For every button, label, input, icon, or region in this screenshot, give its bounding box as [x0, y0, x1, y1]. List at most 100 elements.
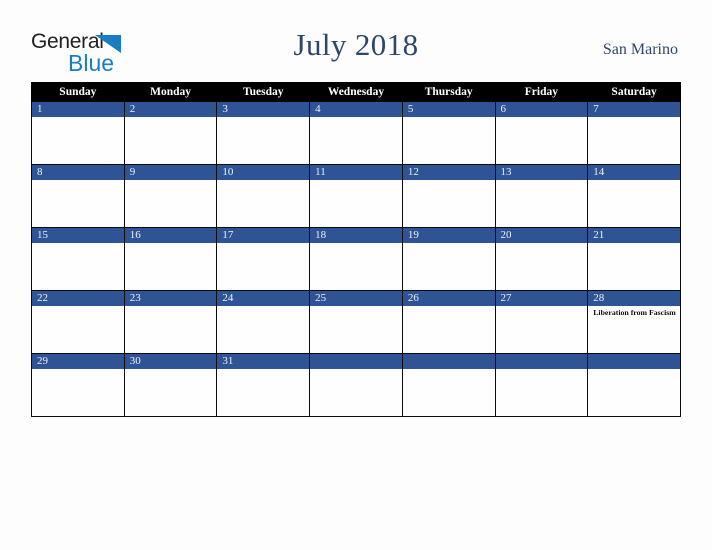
- day-cell-content: 20: [495, 228, 588, 290]
- day-cell-content: 31: [217, 354, 310, 416]
- day-number: 18: [310, 228, 402, 243]
- calendar-body: 1 2 3 4 5 6 7 8 9 10 11 12 13 14 15 16 17 18 19 20 21 22 23 24 2…: [31, 101, 681, 417]
- calendar-day-cell[interactable]: 15: [31, 227, 125, 291]
- day-number: 26: [402, 291, 495, 306]
- day-cell-content: 17: [217, 228, 310, 290]
- calendar-day-cell[interactable]: 3: [216, 101, 311, 165]
- calendar-day-cell[interactable]: 6: [494, 101, 589, 165]
- day-number: 31: [217, 354, 310, 369]
- day-events: [588, 243, 680, 245]
- day-cell-content: 5: [402, 102, 495, 164]
- day-number: 30: [124, 354, 217, 369]
- calendar-day-cell[interactable]: [494, 353, 589, 417]
- calendar-day-cell[interactable]: 9: [123, 164, 218, 228]
- day-events: [496, 243, 588, 245]
- weekday-header-tuesday: Tuesday: [216, 82, 311, 102]
- day-cell-content: 15: [32, 228, 124, 290]
- day-cell-content: 22: [32, 291, 124, 353]
- day-events: [588, 369, 680, 371]
- weekday-header-monday: Monday: [123, 82, 218, 102]
- day-cell-content: 18: [310, 228, 402, 290]
- calendar-day-cell[interactable]: 20: [494, 227, 589, 291]
- weekday-header-thursday: Thursday: [401, 82, 496, 102]
- day-cell-content: [588, 354, 680, 416]
- calendar-day-cell[interactable]: 26: [401, 290, 496, 354]
- day-cell-content: 7: [588, 102, 680, 164]
- day-cell-content: 1: [32, 102, 124, 164]
- calendar-day-cell[interactable]: 10: [216, 164, 311, 228]
- holiday-label: Liberation from Fascism: [593, 308, 676, 317]
- day-cell-content: 25: [310, 291, 402, 353]
- day-cell-content: 29: [32, 354, 124, 416]
- day-events: [403, 306, 495, 308]
- day-events: [125, 369, 217, 371]
- calendar-day-cell[interactable]: 23: [123, 290, 218, 354]
- calendar-day-cell[interactable]: 29: [31, 353, 125, 417]
- weekday-header-wednesday: Wednesday: [309, 82, 403, 102]
- day-cell-content: 16: [124, 228, 217, 290]
- calendar-day-cell[interactable]: 11: [309, 164, 403, 228]
- day-events: [588, 117, 680, 119]
- calendar-day-cell[interactable]: 31: [216, 353, 311, 417]
- calendar-day-cell[interactable]: 18: [309, 227, 403, 291]
- day-number: [495, 354, 588, 369]
- calendar-day-cell[interactable]: 16: [123, 227, 218, 291]
- day-events: [32, 243, 124, 245]
- day-cell-content: 3: [217, 102, 310, 164]
- day-cell-content: 2: [124, 102, 217, 164]
- calendar-day-cell[interactable]: 14: [587, 164, 681, 228]
- calendar-day-cell[interactable]: 5: [401, 101, 496, 165]
- day-cell-content: 26: [402, 291, 495, 353]
- day-number: [588, 354, 680, 369]
- day-number: 20: [495, 228, 588, 243]
- calendar-week-row: 1234567: [31, 101, 681, 165]
- day-events: [310, 180, 402, 182]
- day-cell-content: 4: [310, 102, 402, 164]
- day-number: 24: [217, 291, 310, 306]
- day-number: 23: [124, 291, 217, 306]
- calendar-day-cell[interactable]: 4: [309, 101, 403, 165]
- calendar-day-cell[interactable]: 12: [401, 164, 496, 228]
- calendar-week-row: 22 23 24 25 26 27 28 Liberation from Fascism: [31, 290, 681, 354]
- day-cell-content: 12: [402, 165, 495, 227]
- calendar-day-cell[interactable]: 24: [216, 290, 311, 354]
- calendar-day-cell[interactable]: 19: [401, 227, 496, 291]
- day-events: [588, 180, 680, 182]
- day-events: [32, 117, 124, 119]
- day-events: [496, 117, 588, 119]
- day-cell-content: [310, 354, 402, 416]
- day-events: Liberation from Fascism: [588, 306, 680, 318]
- region-label: San Marino: [602, 41, 678, 58]
- calendar-day-cell[interactable]: 27: [494, 290, 589, 354]
- calendar-week-row: 15 16 17 18 19 20 21: [31, 227, 681, 291]
- day-events: [125, 306, 217, 308]
- day-number: 19: [402, 228, 495, 243]
- calendar-day-cell[interactable]: 21: [587, 227, 681, 291]
- calendar-day-cell[interactable]: [309, 353, 403, 417]
- day-cell-content: 13: [495, 165, 588, 227]
- day-events: [403, 369, 495, 371]
- calendar-day-cell[interactable]: 28 Liberation from Fascism: [587, 290, 681, 354]
- weekday-header-sunday: Sunday: [31, 82, 125, 102]
- calendar-day-cell[interactable]: 7: [587, 101, 681, 165]
- day-number: 28: [588, 291, 680, 306]
- calendar-day-cell[interactable]: 1: [31, 101, 125, 165]
- calendar-day-cell[interactable]: 8: [31, 164, 125, 228]
- day-cell-content: [495, 354, 588, 416]
- day-number: 7: [588, 102, 680, 117]
- day-number: 6: [495, 102, 588, 117]
- calendar-day-cell[interactable]: 30: [123, 353, 218, 417]
- day-cell-content: 24: [217, 291, 310, 353]
- day-number: 1: [32, 102, 124, 117]
- calendar-day-cell[interactable]: 2: [123, 101, 218, 165]
- calendar-day-cell[interactable]: 22: [31, 290, 125, 354]
- calendar-day-cell[interactable]: [401, 353, 496, 417]
- calendar-day-cell[interactable]: 25: [309, 290, 403, 354]
- calendar-day-cell[interactable]: 13: [494, 164, 589, 228]
- day-number: 21: [588, 228, 680, 243]
- day-cell-content: 11: [310, 165, 402, 227]
- calendar-day-cell[interactable]: [587, 353, 681, 417]
- calendar-day-cell[interactable]: 17: [216, 227, 311, 291]
- day-number: [310, 354, 402, 369]
- day-events: [217, 306, 309, 308]
